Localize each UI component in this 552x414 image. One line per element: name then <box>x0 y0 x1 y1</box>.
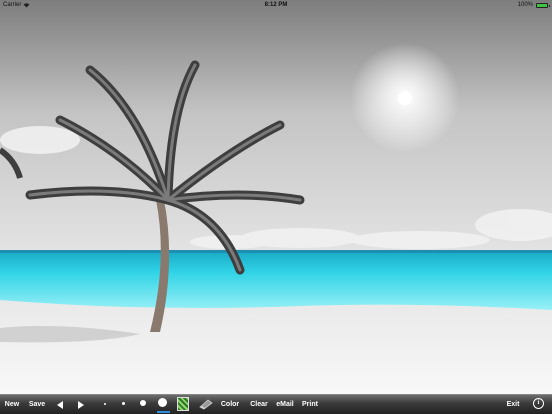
battery-level <box>537 3 547 7</box>
info-icon[interactable]: i <box>533 398 544 409</box>
sand <box>0 300 552 394</box>
print-button[interactable]: Print <box>300 395 320 414</box>
brush-size-xsmall[interactable] <box>104 403 106 405</box>
email-button[interactable]: eMail <box>274 395 296 414</box>
color-button[interactable]: Color <box>219 395 241 414</box>
brush-size-medium[interactable] <box>140 400 146 406</box>
exit-button[interactable]: Exit <box>503 395 523 414</box>
battery-icon <box>536 2 550 8</box>
bottom-toolbar: New Save Color Clear eMail Print Exit i <box>0 394 552 414</box>
clock: 8:12 PM <box>264 2 288 8</box>
brush-size-large[interactable] <box>158 398 167 407</box>
right-arrow-icon[interactable] <box>78 401 84 409</box>
clear-button[interactable]: Clear <box>248 395 270 414</box>
save-button[interactable]: Save <box>26 395 48 414</box>
left-arrow-icon[interactable] <box>57 401 63 409</box>
app-screen: Carrier 8:12 PM 100% New Save Color Clea… <box>0 0 552 414</box>
new-button[interactable]: New <box>2 395 22 414</box>
brush-size-small[interactable] <box>122 402 125 405</box>
eraser-icon[interactable] <box>198 398 214 410</box>
pattern-brush-icon[interactable] <box>177 397 189 411</box>
selected-tool-indicator <box>157 411 170 413</box>
battery-percentage: 100% <box>517 2 533 8</box>
drawing-canvas[interactable] <box>0 0 552 394</box>
sea <box>0 250 552 312</box>
status-bar: Carrier 8:12 PM 100% <box>0 0 552 10</box>
